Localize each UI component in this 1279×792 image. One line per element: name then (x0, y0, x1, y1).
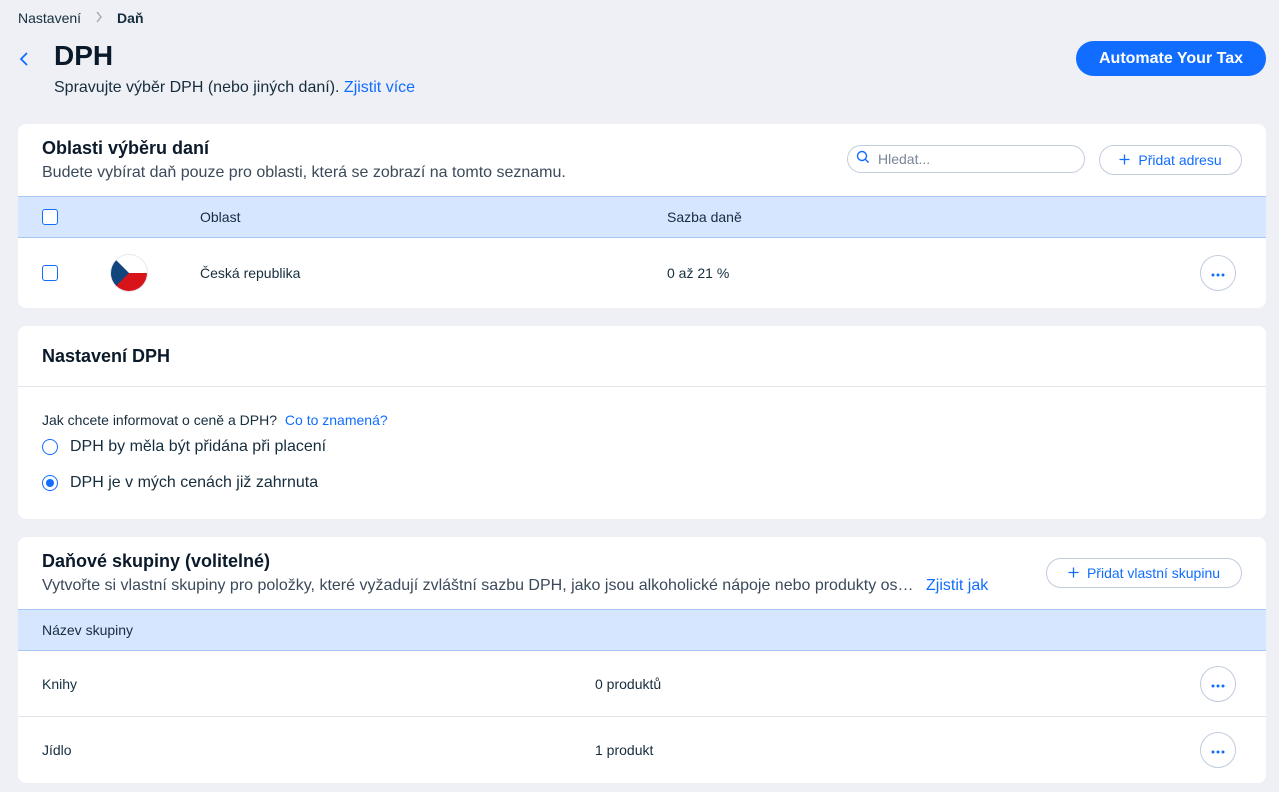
region-name: Česká republika (200, 265, 301, 281)
column-group-name: Název skupiny (42, 622, 134, 638)
breadcrumb: Nastavení Daň (18, 10, 144, 26)
page-subtitle-text: Spravujte výběr DPH (nebo jiných daní). (54, 79, 340, 96)
plus-icon (1068, 565, 1079, 581)
groups-table-header: Název skupiny (18, 609, 1266, 651)
radio-button-selected[interactable] (42, 475, 58, 491)
regions-title: Oblasti výběru daní (42, 138, 210, 158)
regions-description: Budete vybírat daň pouze pro oblasti, kt… (42, 164, 566, 181)
region-rate: 0 až 21 % (667, 265, 730, 281)
more-icon (1211, 741, 1225, 759)
czech-flag-icon (111, 255, 147, 291)
more-actions-button[interactable] (1200, 666, 1236, 702)
automate-tax-button[interactable]: Automate Your Tax (1076, 41, 1266, 76)
chevron-right-icon (95, 11, 103, 26)
divider (18, 386, 1266, 387)
learn-more-link[interactable]: Zjistit více (344, 79, 415, 96)
vat-option-included-in-prices[interactable]: DPH je v mých cenách již zahrnuta (42, 474, 318, 492)
search-icon (856, 150, 870, 169)
breadcrumb-current: Daň (117, 10, 144, 26)
add-address-button[interactable]: Přidat adresu (1099, 145, 1242, 175)
more-actions-button[interactable] (1200, 255, 1236, 291)
breadcrumb-settings-link[interactable]: Nastavení (18, 10, 81, 26)
back-arrow-icon[interactable] (14, 46, 34, 72)
radio-button[interactable] (42, 439, 58, 455)
groups-title: Daňové skupiny (volitelné) (42, 551, 271, 571)
select-all-checkbox[interactable] (42, 209, 58, 225)
vat-settings-card: Nastavení DPH Jak chcete informovat o ce… (18, 326, 1266, 519)
vat-settings-title: Nastavení DPH (42, 346, 171, 366)
search-field[interactable] (847, 145, 1085, 173)
group-name: Knihy (42, 676, 78, 692)
radio-label: DPH je v mých cenách již zahrnuta (70, 474, 319, 491)
search-input[interactable] (876, 150, 1070, 168)
group-product-count: 0 produktů (595, 676, 662, 692)
regions-table-header: Oblast Sazba daně (18, 196, 1266, 238)
row-checkbox[interactable] (42, 265, 58, 281)
vat-option-add-at-checkout[interactable]: DPH by měla být přidána při placení (42, 438, 326, 456)
table-row[interactable]: Jídlo 1 produkt (18, 717, 1266, 783)
groups-description-text: Vytvořte si vlastní skupiny pro položky,… (42, 577, 914, 594)
page-title: DPH (54, 40, 114, 71)
learn-how-link[interactable]: Zjistit jak (926, 577, 988, 594)
more-icon (1211, 675, 1225, 693)
tax-groups-card: Daňové skupiny (volitelné) Vytvořte si v… (18, 537, 1266, 783)
add-address-label: Přidat adresu (1138, 152, 1222, 168)
vat-question-text: Jak chcete informovat o ceně a DPH? (42, 412, 278, 428)
more-actions-button[interactable] (1200, 732, 1236, 768)
page-subtitle: Spravujte výběr DPH (nebo jiných daní). … (54, 79, 415, 97)
group-name: Jídlo (42, 742, 72, 758)
add-custom-group-button[interactable]: Přidat vlastní skupinu (1046, 558, 1242, 588)
group-product-count: 1 produkt (595, 742, 654, 758)
column-region: Oblast (200, 209, 241, 225)
radio-label: DPH by měla být přidána při placení (70, 438, 327, 455)
table-row: Česká republika 0 až 21 % (18, 238, 1266, 308)
vat-question: Jak chcete informovat o ceně a DPH? Co t… (42, 412, 388, 428)
add-custom-group-label: Přidat vlastní skupinu (1086, 565, 1221, 581)
tax-regions-card: Oblasti výběru daní Budete vybírat daň p… (18, 124, 1266, 308)
more-icon (1211, 264, 1225, 282)
table-row[interactable]: Knihy 0 produktů (18, 651, 1266, 717)
groups-description: Vytvořte si vlastní skupiny pro položky,… (42, 577, 988, 595)
plus-icon (1119, 152, 1130, 168)
column-tax-rate: Sazba daně (667, 209, 742, 225)
what-does-it-mean-link[interactable]: Co to znamená? (285, 412, 388, 428)
